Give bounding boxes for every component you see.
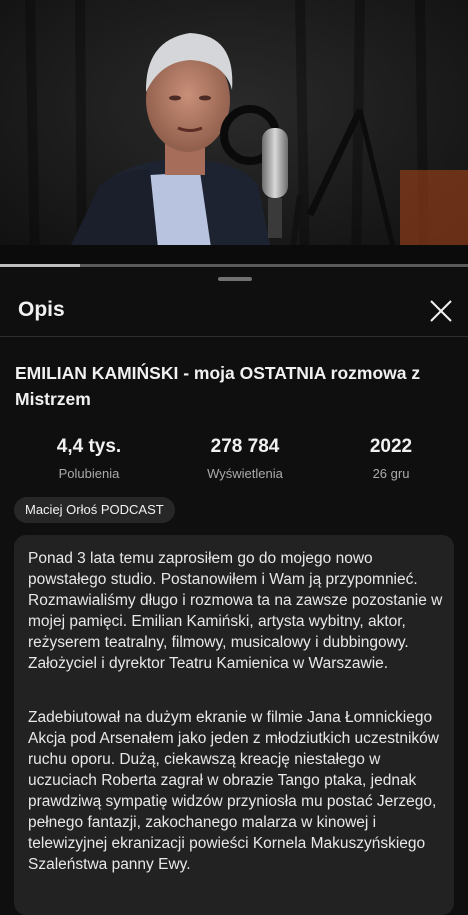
drag-handle[interactable] [218, 277, 252, 281]
close-icon [430, 300, 452, 322]
views-count: 278 784 [210, 436, 280, 457]
panel-title: Opis [18, 298, 65, 321]
video-stats: 4,4 tys. Polubienia 278 784 Wyświetlenia… [0, 436, 468, 486]
date-stat: 2022 26 gru [316, 436, 466, 481]
video-progress-bar[interactable] [0, 264, 468, 267]
likes-count: 4,4 tys. [56, 436, 122, 457]
views-label: Wyświetlenia [207, 466, 283, 481]
views-stat: 278 784 Wyświetlenia [170, 436, 320, 481]
panel-header: Opis [0, 288, 468, 337]
likes-stat: 4,4 tys. Polubienia [14, 436, 164, 481]
publish-year: 2022 [369, 436, 413, 457]
publish-date: 26 gru [372, 466, 410, 481]
likes-label: Polubienia [58, 466, 120, 481]
description-paragraph: Zadebiutował na dużym ekranie w filmie J… [28, 709, 439, 873]
video-progress-fill [0, 264, 80, 267]
video-frame [0, 0, 468, 268]
close-button[interactable] [426, 296, 456, 326]
description-box: Ponad 3 lata temu zaprosiłem go do mojeg… [14, 535, 454, 915]
video-player[interactable] [0, 0, 468, 268]
description-paragraph: Ponad 3 lata temu zaprosiłem go do mojeg… [28, 550, 443, 672]
description-panel: Opis EMILIAN KAMIŃSKI - moja OSTATNIA ro… [0, 268, 468, 915]
video-title: EMILIAN KAMIŃSKI - moja OSTATNIA rozmowa… [15, 363, 421, 409]
channel-chip[interactable]: Maciej Orłoś PODCAST [14, 497, 175, 523]
